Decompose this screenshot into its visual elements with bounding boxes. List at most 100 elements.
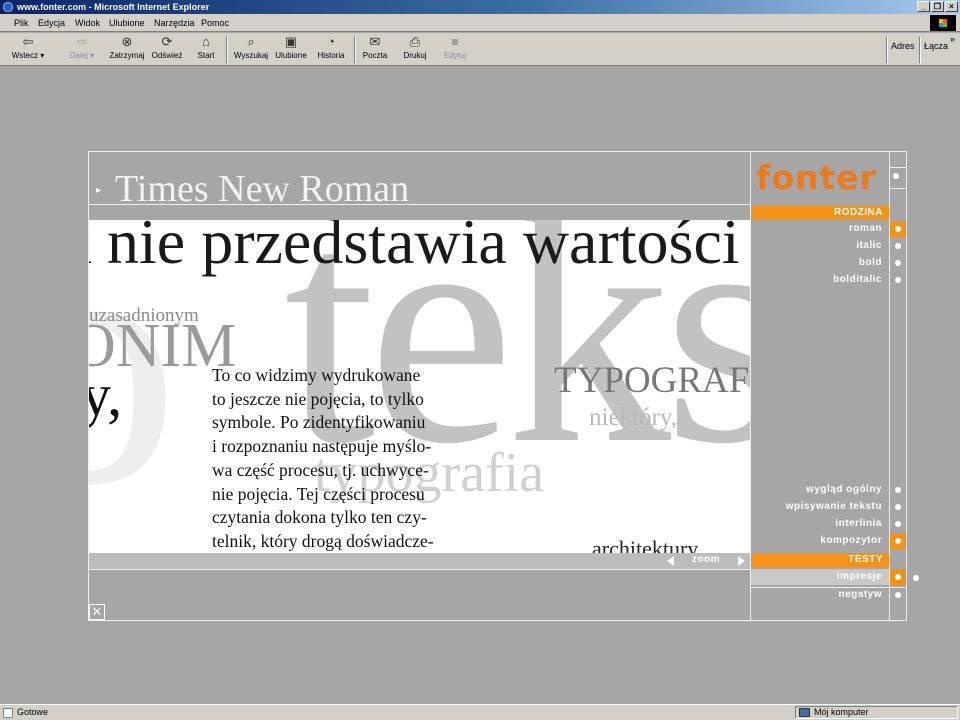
refresh-icon: ⟳ bbox=[161, 34, 173, 49]
toolbar-separator bbox=[354, 37, 356, 63]
font-preview-area: o tekst typografia k nie przedstawia war… bbox=[89, 220, 750, 553]
back-button[interactable]: ⇦ Wstecz ▾ bbox=[6, 35, 50, 65]
sidebar-item-interlinia[interactable]: interlinia bbox=[751, 516, 889, 532]
fonter-logo[interactable]: fonter bbox=[756, 160, 877, 196]
paragraph-line: To co widzimy wydrukowane bbox=[212, 365, 421, 385]
stop-icon: ⊗ bbox=[121, 34, 133, 49]
zone-text: Mój komputer bbox=[814, 707, 869, 717]
kompozytor-dot-icon[interactable] bbox=[890, 533, 906, 549]
negatyw-dot-icon[interactable] bbox=[890, 587, 906, 603]
forward-button[interactable]: ⇨ Dalej ▾ bbox=[60, 35, 104, 65]
menu-file[interactable]: Plik bbox=[14, 14, 29, 32]
home-button[interactable]: ⌂ Start bbox=[192, 35, 220, 65]
page-done-icon bbox=[3, 708, 13, 718]
close-button[interactable]: × bbox=[945, 1, 958, 12]
toolbar: ⇦ Wstecz ▾ ⇨ Dalej ▾ ⊗ Zatrzymaj ⟳ Odświ… bbox=[0, 33, 960, 66]
menu-edit[interactable]: Edycja bbox=[38, 14, 65, 32]
windows-logo-icon bbox=[930, 15, 956, 31]
toolbar-separator bbox=[226, 37, 228, 63]
menu-tools[interactable]: Narzędzia bbox=[154, 14, 195, 32]
preview-word-typo: TYPOGRAFIA bbox=[554, 360, 750, 401]
paragraph-line: wa część procesu, tj. uchwyce- bbox=[212, 459, 429, 480]
wpisywanie-tekstu-dot-icon[interactable] bbox=[890, 499, 906, 515]
search-button[interactable]: ⌕ Wyszukaj bbox=[231, 35, 271, 65]
close-preview-button[interactable]: ✕ bbox=[89, 604, 105, 620]
sidebar-item-roman[interactable]: roman bbox=[751, 221, 889, 237]
zoom-label[interactable]: zoom bbox=[662, 554, 750, 565]
bolditalic-dot-icon[interactable] bbox=[890, 272, 906, 288]
preview-bottom-bar bbox=[89, 553, 750, 569]
mail-button[interactable]: ✉ Poczta bbox=[360, 35, 390, 65]
favorites-label: Ulubione bbox=[275, 51, 307, 60]
section-rodzina: RODZINA bbox=[751, 206, 889, 220]
security-zone-panel: Mój komputer bbox=[795, 706, 958, 719]
forward-label: Dalej bbox=[69, 51, 88, 60]
preview-word-architektury: architektury bbox=[592, 536, 699, 554]
history-icon: ◔ bbox=[327, 34, 335, 49]
sidebar-item-wyglad-ogolny[interactable]: wygląd ogólny bbox=[751, 482, 889, 498]
refresh-button[interactable]: ⟳ Odśwież bbox=[149, 35, 185, 65]
bold-dot-icon[interactable] bbox=[890, 255, 906, 271]
window-title: www.fonter.com - Microsoft Internet Expl… bbox=[17, 2, 210, 12]
zoom-in-arrow-icon[interactable] bbox=[738, 556, 745, 566]
sidebar-item-bold[interactable]: bold bbox=[751, 255, 889, 271]
edit-button[interactable]: ■ Edytuj bbox=[440, 35, 470, 65]
menu-view[interactable]: Widok bbox=[75, 14, 100, 32]
address-label[interactable]: Adres bbox=[891, 41, 915, 51]
sidebar-item-wpisywanie-tekstu[interactable]: wpisywanie tekstu bbox=[751, 499, 889, 515]
back-label: Wstecz bbox=[11, 51, 38, 60]
edit-icon: ■ bbox=[451, 34, 459, 49]
section-testy: TESTY bbox=[751, 553, 889, 567]
links-label[interactable]: Łącza bbox=[924, 41, 948, 51]
print-button[interactable]: ⎙ Drukuj bbox=[400, 35, 430, 65]
menu-help[interactable]: Pomoc bbox=[201, 14, 229, 32]
forward-arrow-icon: ⇨ bbox=[76, 34, 88, 49]
favorites-button[interactable]: ▣ Ulubione bbox=[272, 35, 310, 65]
paragraph-line: czytania dokona tylko ten czy- bbox=[212, 507, 427, 528]
ie-logo-icon bbox=[3, 2, 13, 12]
search-icon: ⌕ bbox=[247, 34, 255, 49]
sidebar-item-italic[interactable]: italic bbox=[751, 238, 889, 254]
history-button[interactable]: ◔ Historia bbox=[314, 35, 348, 65]
wyglad-ogolny-dot-icon[interactable] bbox=[890, 482, 906, 498]
interlinia-dot-icon[interactable] bbox=[890, 516, 906, 532]
sidebar-item-negatyw[interactable]: negatyw bbox=[751, 587, 889, 603]
print-icon: ⎙ bbox=[409, 34, 421, 49]
preview-large-line: k nie przedstawia wartości bbox=[89, 220, 740, 277]
logo-dot-icon[interactable] bbox=[893, 173, 899, 179]
preview-word-y: y, bbox=[89, 362, 123, 428]
toolbar-chevron-icon[interactable]: » bbox=[950, 34, 955, 44]
window-titlebar[interactable]: www.fonter.com - Microsoft Internet Expl… bbox=[0, 0, 960, 14]
title-arrow-icon: ▸ bbox=[96, 185, 102, 196]
sidebar-item-bolditalic[interactable]: bolditalic bbox=[751, 272, 889, 288]
home-label: Start bbox=[197, 51, 215, 60]
logo-dot-divider bbox=[889, 167, 907, 168]
preview-word-niektory: niektóry, bbox=[589, 404, 677, 431]
toolbar-separator bbox=[886, 37, 888, 63]
menu-favorites[interactable]: Ulubione bbox=[109, 14, 145, 32]
roman-dot-icon[interactable] bbox=[890, 221, 906, 237]
logo-dot-divider bbox=[889, 188, 907, 189]
impresje-dot-icon[interactable] bbox=[890, 569, 906, 585]
home-icon: ⌂ bbox=[202, 34, 210, 49]
restore-button[interactable]: ❐ bbox=[931, 1, 944, 12]
paragraph-line: i rozpoznaniu następuje myślo- bbox=[212, 436, 432, 457]
stop-button[interactable]: ⊗ Zatrzymaj bbox=[108, 35, 146, 65]
print-label: Drukuj bbox=[403, 51, 427, 60]
search-label: Wyszukaj bbox=[233, 51, 269, 60]
sidebar-item-impresje[interactable]: impresje bbox=[751, 569, 889, 585]
computer-icon bbox=[799, 708, 810, 717]
back-arrow-icon: ⇦ bbox=[22, 34, 34, 49]
mail-icon: ✉ bbox=[369, 34, 381, 49]
paragraph-line: symbole. Po zidentyfikowaniu bbox=[212, 412, 426, 433]
history-label: Historia bbox=[317, 51, 345, 60]
window-controls: _ ❐ × bbox=[917, 1, 958, 12]
minimize-button[interactable]: _ bbox=[917, 1, 930, 12]
sidebar-item-kompozytor[interactable]: kompozytor bbox=[751, 533, 889, 549]
toolbar-separator bbox=[919, 37, 921, 63]
refresh-label: Odśwież bbox=[151, 51, 183, 60]
zoom-control: zoom bbox=[662, 553, 750, 569]
italic-dot-icon[interactable] bbox=[890, 238, 906, 254]
preview-paragraph: To co widzimy wydrukowane to jeszcze nie… bbox=[212, 364, 471, 553]
footer-divider bbox=[88, 569, 750, 570]
